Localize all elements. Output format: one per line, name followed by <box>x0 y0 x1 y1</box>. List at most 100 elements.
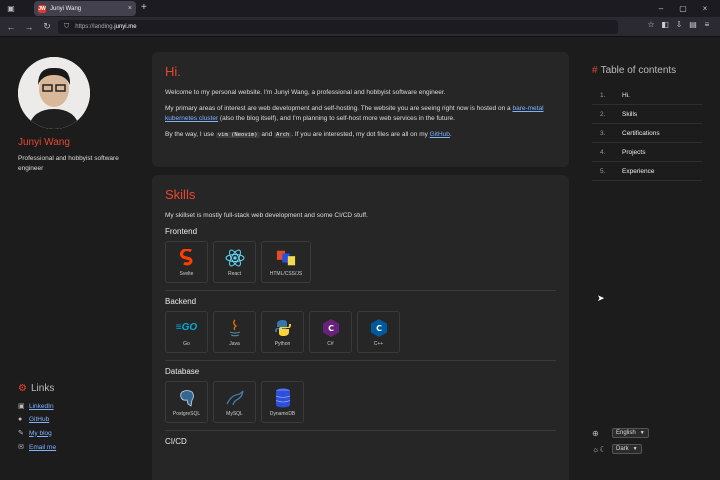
p3-text-b: . If you are interested, my dot files ar… <box>291 131 430 138</box>
frontend-tiles: Svelte React HTML/CSS/JS <box>165 241 556 283</box>
java-icon <box>225 318 245 338</box>
skill-tile-react: React <box>213 241 256 283</box>
skill-label-react: React <box>227 270 242 277</box>
toc-label[interactable]: Hi. <box>622 92 630 99</box>
language-value: English <box>616 430 636 436</box>
close-window-icon[interactable]: × <box>694 4 716 13</box>
toc-num: 2. <box>600 110 606 118</box>
toc-item-projects[interactable]: 4. Projects <box>592 143 702 162</box>
back-icon[interactable]: ← <box>4 22 18 32</box>
pocket-icon[interactable]: ◧ <box>658 20 672 29</box>
skill-tile-postgresql: PostgreSQL <box>165 381 208 423</box>
menu-icon[interactable]: ≡ <box>700 20 714 29</box>
profile-description: Professional and hobbyist software engin… <box>18 155 119 172</box>
csharp-icon: C <box>321 318 341 338</box>
link-linkedin-text[interactable]: LinkedIn <box>29 403 54 410</box>
intro-paragraph-2: My primary areas of interest are web dev… <box>165 104 556 124</box>
sun-moon-icon: ☼☾ <box>592 444 607 454</box>
cicd-label: CI/CD <box>165 437 187 446</box>
toc-label[interactable]: Experience <box>622 168 655 175</box>
skill-tile-mysql: MySQL <box>213 381 256 423</box>
toc-item-certifications[interactable]: 3. Certifications <box>592 124 702 143</box>
maximize-icon[interactable]: ▢ <box>672 4 694 13</box>
skill-tile-python: Python <box>261 311 304 353</box>
link-linkedin[interactable]: ▣ LinkedIn <box>18 402 138 411</box>
mysql-icon <box>225 388 245 408</box>
link-blog-text[interactable]: My blog <box>29 430 52 437</box>
mouse-cursor-icon: ➤ <box>597 293 605 303</box>
svg-text:C: C <box>376 324 382 333</box>
link-github-text[interactable]: GitHub <box>29 416 49 423</box>
table-of-contents: # Table of contents 1. Hi. 2. Skills 3. Cert… <box>592 65 702 181</box>
p3-and: and <box>259 131 275 138</box>
chevron-down-icon: ▼ <box>632 446 638 452</box>
profile-section: Junyi Wang Professional and hobbyist sof… <box>18 57 140 174</box>
hash-icon: # <box>592 65 598 76</box>
intro-paragraph-1: Welcome to my personal website. I'm Juny… <box>165 89 446 96</box>
skills-title: Skills <box>165 187 196 202</box>
intro-paragraph-3: By the way, I use vim (Neovim) and Arch.… <box>165 130 556 140</box>
go-icon: ≡GO <box>175 322 198 333</box>
link-email[interactable]: ✉ Email me <box>18 443 138 452</box>
skill-label-cpp: C++ <box>373 340 384 347</box>
feather-icon: ✎ <box>18 430 24 437</box>
close-tab-icon[interactable]: × <box>128 5 132 12</box>
tab-bar: ▣ JW Junyi Wang × + – ▢ × <box>0 0 720 17</box>
skill-label-go: Go <box>183 340 190 347</box>
browser-tab[interactable]: JW Junyi Wang × <box>34 1 136 16</box>
intro-title: Hi. <box>165 64 181 79</box>
toc-item-skills[interactable]: 2. Skills <box>592 105 702 124</box>
downloads-icon[interactable]: ⇩ <box>672 20 686 29</box>
github-icon: ● <box>18 416 23 423</box>
chevron-down-icon: ▼ <box>639 430 645 436</box>
bookmark-star-icon[interactable]: ☆ <box>644 20 658 29</box>
shield-icon[interactable]: ⛉ <box>64 23 69 31</box>
theme-value: Dark <box>616 446 629 452</box>
toc-item-hi[interactable]: 1. Hi. <box>592 86 702 105</box>
toc-label[interactable]: Projects <box>622 149 645 156</box>
skill-label-svelte: Svelte <box>179 270 194 277</box>
toc-num: 3. <box>600 129 606 137</box>
language-select[interactable]: English ▼ <box>612 428 649 438</box>
toc-item-experience[interactable]: 5. Experience <box>592 162 702 181</box>
settings-panel: ⊕ English ▼ ☼☾ Dark ▼ <box>592 428 649 460</box>
minimize-icon[interactable]: – <box>650 4 672 13</box>
globe-icon: ⊕ <box>592 428 599 438</box>
linkedin-icon: ▣ <box>18 403 25 410</box>
skill-tile-html: HTML/CSS/JS <box>261 241 311 283</box>
forward-icon[interactable]: → <box>22 22 36 32</box>
html-css-js-icon <box>276 248 296 268</box>
new-tab-button[interactable]: + <box>141 2 147 13</box>
toc-label[interactable]: Certifications <box>622 130 660 137</box>
skill-tile-java: Java <box>213 311 256 353</box>
tab-title: Junyi Wang <box>50 5 82 12</box>
skill-label-html: HTML/CSS/JS <box>269 270 303 277</box>
skill-tile-dynamodb: DynamoDB <box>261 381 304 423</box>
postgresql-icon <box>177 388 197 408</box>
dotfiles-github-link[interactable]: GitHub <box>430 131 450 138</box>
url-prefix: https://landing. <box>75 24 115 30</box>
link-blog[interactable]: ✎ My blog <box>18 429 138 438</box>
toc-heading: # Table of contents <box>592 65 702 76</box>
link-github[interactable]: ● GitHub <box>18 416 138 423</box>
link-email-text[interactable]: Email me <box>29 444 56 451</box>
section-divider <box>165 360 556 361</box>
dynamodb-icon <box>273 388 293 408</box>
reload-icon[interactable]: ↻ <box>40 21 54 32</box>
frontend-label: Frontend <box>165 227 198 236</box>
toc-num: 1. <box>600 91 606 99</box>
tab-overview-icon[interactable]: ▣ <box>6 4 16 14</box>
p3-text-a: By the way, I use <box>165 131 216 138</box>
section-divider <box>165 430 556 431</box>
address-bar[interactable]: ⛉ https://landing.junyi.me <box>58 20 618 34</box>
theme-select[interactable]: Dark ▼ <box>612 444 642 454</box>
backend-label: Backend <box>165 297 197 306</box>
skill-label-postgresql: PostgreSQL <box>172 410 201 417</box>
skill-tile-svelte: Svelte <box>165 241 208 283</box>
language-setting: ⊕ English ▼ <box>592 428 649 438</box>
toc-label[interactable]: Skills <box>622 111 637 118</box>
cpp-icon: C <box>369 318 389 338</box>
avatar <box>18 57 90 129</box>
extension-icon[interactable]: ▤ <box>686 20 700 29</box>
section-divider <box>165 290 556 291</box>
